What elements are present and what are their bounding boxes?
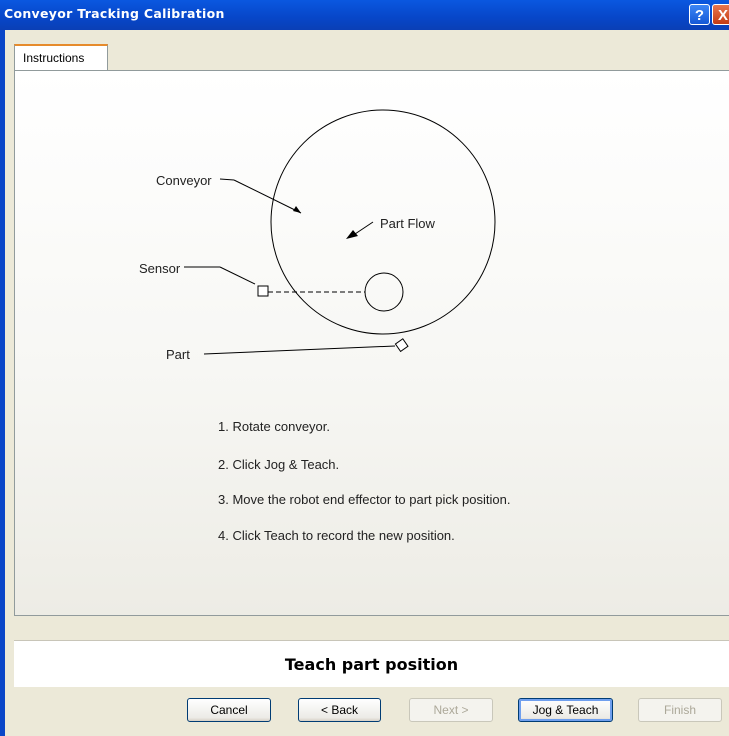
- sensor-label: Sensor: [139, 261, 181, 276]
- part-marker: [394, 338, 409, 353]
- sensor-leader-line-2: [219, 266, 256, 285]
- part-leader-line: [203, 345, 396, 355]
- back-button[interactable]: < Back: [298, 698, 381, 722]
- step-1: 1. Rotate conveyor.: [218, 419, 331, 434]
- instructions-panel: Conveyor Part Flow Sensor Part 1. Rotate…: [14, 70, 729, 616]
- part-label: Part: [166, 347, 190, 362]
- part-flow-arrow: [354, 221, 374, 235]
- status-text: Teach part position: [284, 655, 459, 674]
- conveyor-arrowhead: [293, 206, 301, 213]
- conveyor-leader-line: [233, 179, 302, 214]
- step-4: 4. Click Teach to record the new positio…: [218, 528, 455, 543]
- status-banner: Teach part position: [14, 640, 729, 687]
- conveyor-hub: [364, 272, 404, 312]
- finish-button[interactable]: Finish: [638, 698, 722, 722]
- tab-strip: Instructions: [14, 44, 729, 71]
- close-icon[interactable]: X: [712, 4, 729, 25]
- step-2: 2. Click Jog & Teach.: [218, 457, 340, 472]
- next-button[interactable]: Next >: [409, 698, 493, 722]
- conveyor-leader-line-2: [219, 178, 235, 181]
- jog-teach-button[interactable]: Jog & Teach: [518, 698, 613, 722]
- window-title: Conveyor Tracking Calibration: [4, 6, 225, 21]
- cancel-button[interactable]: Cancel: [187, 698, 271, 722]
- step-3: 3. Move the robot end effector to part p…: [218, 492, 511, 507]
- part-flow-label: Part Flow: [380, 216, 435, 231]
- part-flow-arrowhead: [346, 230, 358, 239]
- conveyor-label: Conveyor: [156, 173, 212, 188]
- tab-instructions[interactable]: Instructions: [14, 44, 108, 70]
- sensor-marker: [257, 285, 269, 297]
- window-frame-left: [0, 30, 5, 736]
- title-bar: Conveyor Tracking Calibration ? X: [0, 0, 729, 30]
- help-icon[interactable]: ?: [689, 4, 710, 25]
